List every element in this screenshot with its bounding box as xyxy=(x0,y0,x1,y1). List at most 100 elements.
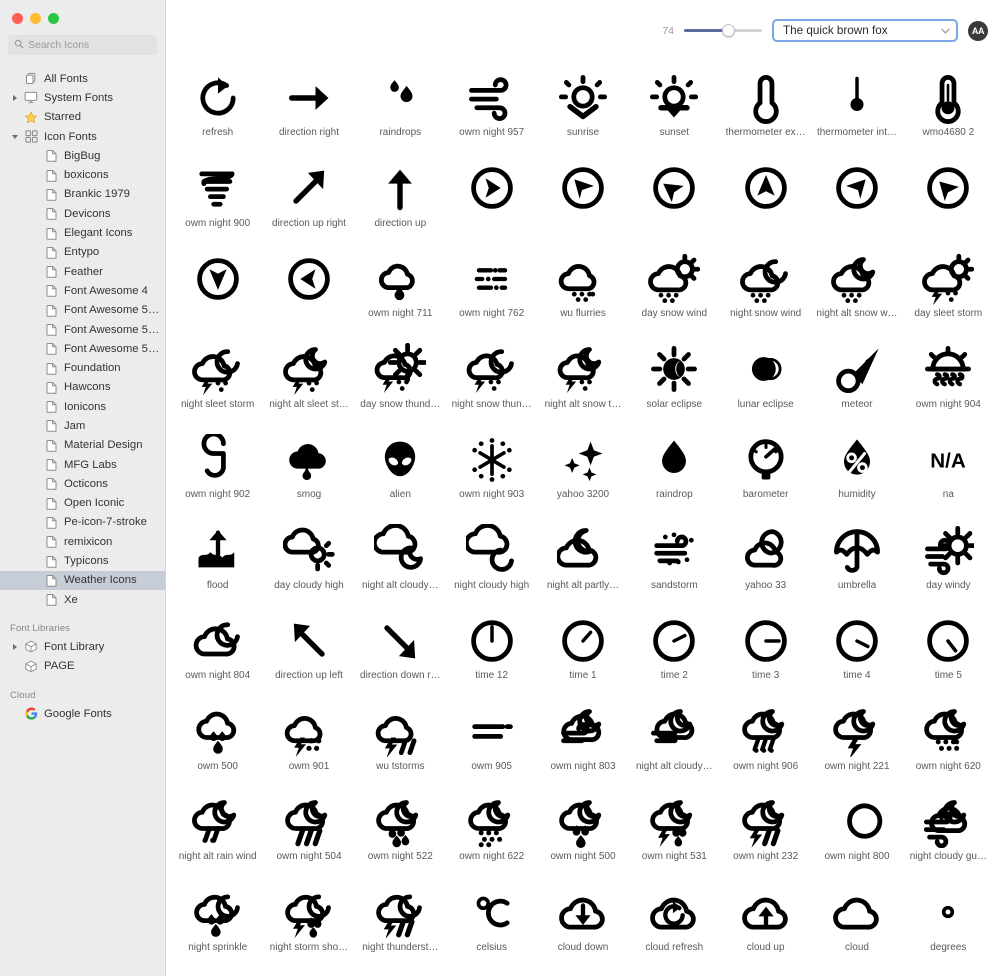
sidebar-item-remixicon[interactable]: remixicon xyxy=(0,532,165,551)
icon-cell[interactable]: owm night 906 xyxy=(720,695,811,786)
sidebar-item-brankic-1979[interactable]: Brankic 1979 xyxy=(0,185,165,204)
sidebar-item-elegant-icons[interactable]: Elegant Icons xyxy=(0,223,165,242)
icon-cell[interactable]: cloud xyxy=(811,876,902,967)
icon-cell[interactable]: night snow wind xyxy=(720,242,811,333)
icon-cell[interactable]: time 5 xyxy=(903,604,994,695)
sidebar-item-entypo[interactable]: Entypo xyxy=(0,243,165,262)
icon-cell[interactable]: owm night 762 xyxy=(446,242,537,333)
icon-cell[interactable]: day snow wind xyxy=(629,242,720,333)
icon-cell[interactable]: day cloudy high xyxy=(263,514,354,605)
icon-cell[interactable]: night alt partly… xyxy=(537,514,628,605)
icon-cell[interactable]: night alt snow w… xyxy=(811,242,902,333)
icon-cell[interactable]: night alt cloudy… xyxy=(355,514,446,605)
sidebar-item-typicons[interactable]: Typicons xyxy=(0,551,165,570)
icon-cell[interactable]: time 1 xyxy=(537,604,628,695)
icon-cell[interactable]: owm night 803 xyxy=(537,695,628,786)
sidebar-item-weather-icons[interactable]: Weather Icons xyxy=(0,570,165,591)
sidebar-item-pe-icon-7-stroke[interactable]: Pe-icon-7-stroke xyxy=(0,513,165,532)
icon-cell[interactable]: owm night 804 xyxy=(172,604,263,695)
icon-cell[interactable]: time 12 xyxy=(446,604,537,695)
icon-cell[interactable]: direction right xyxy=(263,61,354,152)
icon-cell[interactable]: direction up xyxy=(355,152,446,243)
icon-cell[interactable]: umbrella xyxy=(811,514,902,605)
chevron-right-icon[interactable] xyxy=(8,643,22,650)
sidebar-item-ionicons[interactable]: Ionicons xyxy=(0,397,165,416)
sidebar-item-starred[interactable]: Starred xyxy=(0,108,165,127)
icon-cell[interactable]: night cloudy gu… xyxy=(903,785,994,876)
icon-cell[interactable]: time 4 xyxy=(811,604,902,695)
icon-cell[interactable]: N/A na xyxy=(903,423,994,514)
icon-cell[interactable]: owm night 900 xyxy=(172,152,263,243)
icon-cell[interactable]: owm night 522 xyxy=(355,785,446,876)
icon-cell[interactable]: day snow thund… xyxy=(355,333,446,424)
icon-cell[interactable]: owm night 902 xyxy=(172,423,263,514)
icon-cell[interactable]: owm night 620 xyxy=(903,695,994,786)
icon-cell[interactable]: time 3 xyxy=(720,604,811,695)
icon-cell[interactable]: owm night 711 xyxy=(355,242,446,333)
icon-cell[interactable] xyxy=(263,242,354,333)
icon-cell[interactable] xyxy=(629,152,720,243)
icon-cell[interactable]: yahoo 3200 xyxy=(537,423,628,514)
icon-cell[interactable] xyxy=(811,152,902,243)
sidebar-item-font-awesome-5-free[interactable]: Font Awesome 5 Free… xyxy=(0,339,165,358)
icon-cell[interactable]: owm night 800 xyxy=(811,785,902,876)
icon-cell[interactable]: thermometer int… xyxy=(811,61,902,152)
sidebar-item-font-library[interactable]: Font Library xyxy=(0,637,165,656)
sidebar-item-google-fonts[interactable]: Google Fonts xyxy=(0,704,165,723)
icon-cell[interactable]: refresh xyxy=(172,61,263,152)
sidebar-item-system-fonts[interactable]: System Fonts xyxy=(0,88,165,107)
icon-cell[interactable]: cloud up xyxy=(720,876,811,967)
sidebar-item-bigbug[interactable]: BigBug xyxy=(0,146,165,165)
text-appearance-button[interactable]: AA xyxy=(968,20,988,41)
icon-cell[interactable]: owm night 232 xyxy=(720,785,811,876)
icon-cell[interactable]: night cloudy high xyxy=(446,514,537,605)
sidebar-item-foundation[interactable]: Foundation xyxy=(0,358,165,377)
sidebar-item-boxicons[interactable]: boxicons xyxy=(0,165,165,184)
sidebar-item-material-design[interactable]: Material Design xyxy=(0,436,165,455)
search-box[interactable] xyxy=(8,35,157,55)
sidebar-item-all-fonts[interactable]: All Fonts xyxy=(0,69,165,88)
icon-cell[interactable]: day sleet storm xyxy=(903,242,994,333)
icon-cell[interactable]: owm 901 xyxy=(263,695,354,786)
sidebar-item-xe[interactable]: Xe xyxy=(0,590,165,609)
icon-cell[interactable]: direction down r… xyxy=(355,604,446,695)
icon-cell[interactable] xyxy=(172,242,263,333)
icon-cell[interactable]: meteor xyxy=(811,333,902,424)
icon-cell[interactable] xyxy=(903,152,994,243)
icon-cell[interactable] xyxy=(720,152,811,243)
sidebar-item-font-awesome-5-free[interactable]: Font Awesome 5 Free… xyxy=(0,320,165,339)
close-button[interactable] xyxy=(12,13,23,24)
icon-cell[interactable] xyxy=(446,152,537,243)
sidebar-item-open-iconic[interactable]: Open Iconic xyxy=(0,494,165,513)
zoom-button[interactable] xyxy=(48,13,59,24)
sidebar-item-font-awesome-5-brands[interactable]: Font Awesome 5 Brands xyxy=(0,301,165,320)
icon-cell[interactable]: cloud refresh xyxy=(629,876,720,967)
sidebar-item-page[interactable]: PAGE xyxy=(0,657,165,676)
icon-cell[interactable]: owm 905 xyxy=(446,695,537,786)
icon-cell[interactable]: day windy xyxy=(903,514,994,605)
icon-cell[interactable]: night alt rain wind xyxy=(172,785,263,876)
slider-knob[interactable] xyxy=(722,24,736,37)
icon-cell[interactable]: lunar eclipse xyxy=(720,333,811,424)
sidebar-item-font-awesome-4[interactable]: Font Awesome 4 xyxy=(0,281,165,300)
icon-cell[interactable]: cloud down xyxy=(537,876,628,967)
icon-cell[interactable]: degrees xyxy=(903,876,994,967)
icon-cell[interactable]: night snow thun… xyxy=(446,333,537,424)
icon-cell[interactable]: night sleet storm xyxy=(172,333,263,424)
icon-cell[interactable]: humidity xyxy=(811,423,902,514)
sample-text-combobox[interactable]: The quick brown fox xyxy=(772,19,958,42)
icon-cell[interactable]: direction up right xyxy=(263,152,354,243)
icon-cell[interactable] xyxy=(537,152,628,243)
icon-cell[interactable]: flood xyxy=(172,514,263,605)
icon-cell[interactable]: owm night 904 xyxy=(903,333,994,424)
sidebar-item-icon-fonts[interactable]: Icon Fonts xyxy=(0,127,165,146)
chevron-right-icon[interactable] xyxy=(8,94,22,101)
icon-cell[interactable]: wu tstorms xyxy=(355,695,446,786)
icon-cell[interactable]: owm night 221 xyxy=(811,695,902,786)
icon-cell[interactable]: wmo4680 2 xyxy=(903,61,994,152)
icon-cell[interactable]: sunset xyxy=(629,61,720,152)
icon-cell[interactable]: owm night 531 xyxy=(629,785,720,876)
icon-cell[interactable]: owm 500 xyxy=(172,695,263,786)
icon-cell[interactable]: night alt sleet st… xyxy=(263,333,354,424)
sidebar-item-mfg-labs[interactable]: MFG Labs xyxy=(0,455,165,474)
